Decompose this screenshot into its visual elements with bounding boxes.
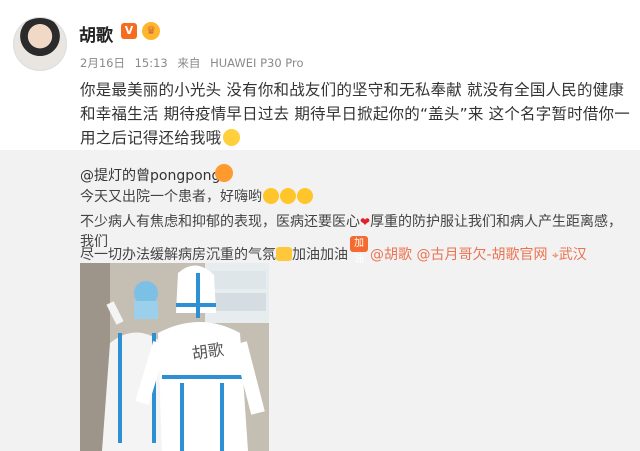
avatar[interactable] (13, 17, 67, 71)
heart-emoji-icon: ❤ (360, 215, 371, 229)
post-source[interactable]: HUAWEI P30 Pro (210, 56, 303, 70)
post-time: 15:13 (134, 56, 168, 70)
author-name[interactable]: 胡歌 (79, 21, 113, 46)
member-crown-icon: ♛ (142, 22, 160, 40)
mention-hu-ge[interactable]: @胡歌 (370, 247, 412, 263)
post-meta: 2月16日 15:13 来自 HUAWEI P30 Pro (80, 55, 310, 71)
repost-line-1: 今天又出院一个患者，好嗨哟 (80, 187, 632, 207)
photo-illustration: 胡歌 (80, 263, 269, 451)
post-date[interactable]: 2月16日 (80, 56, 125, 70)
laugh-emoji-icon (297, 188, 313, 204)
mention-official-site[interactable]: @古月哥欠-胡歌官网 (416, 247, 547, 263)
repost-text-2a: 不少病人有焦虑和抑郁的表现，医病还要医心 (80, 214, 360, 230)
repost-line-3: 尽一切办法缓解病房沉重的气氛 加油加油加油 @胡歌 @古月哥欠-胡歌官网 ⌖武汉 (80, 236, 632, 265)
post-text: 你是最美丽的小光头 没有你和战友们的坚守和无私奉献 就没有全国人民的健康和幸福生… (80, 78, 635, 150)
thumbs-hand-emoji-icon (276, 247, 292, 261)
location-pin-icon: ⌖ (551, 248, 559, 262)
source-prefix: 来自 (177, 56, 201, 70)
member-badge-icon (215, 164, 233, 182)
cheer-emoji-icon: 加油 (350, 236, 368, 265)
location-link[interactable]: 武汉 (559, 247, 587, 263)
repost-text-1: 今天又出院一个患者，好嗨哟 (80, 189, 262, 205)
post-header: 胡歌 V ♛ 2月16日 15:13 来自 HUAWEI P30 Pro 你是最… (0, 0, 640, 150)
repost-text-3b: 加油加油 (292, 247, 348, 263)
verified-icon: V (121, 23, 137, 39)
hug-emoji-icon (223, 129, 241, 146)
laugh-emoji-icon (263, 188, 279, 204)
repost-card[interactable]: @提灯的曾pongpong 今天又出院一个患者，好嗨哟 不少病人有焦虑和抑郁的表… (0, 150, 640, 451)
laugh-emoji-icon (280, 188, 296, 204)
post-body: 你是最美丽的小光头 没有你和战友们的坚守和无私奉献 就没有全国人民的健康和幸福生… (80, 81, 630, 147)
repost-photo[interactable]: 胡歌 (80, 263, 269, 451)
repost-text-3a: 尽一切办法缓解病房沉重的气氛 (80, 247, 276, 263)
repost-username[interactable]: @提灯的曾pongpong (80, 165, 220, 185)
